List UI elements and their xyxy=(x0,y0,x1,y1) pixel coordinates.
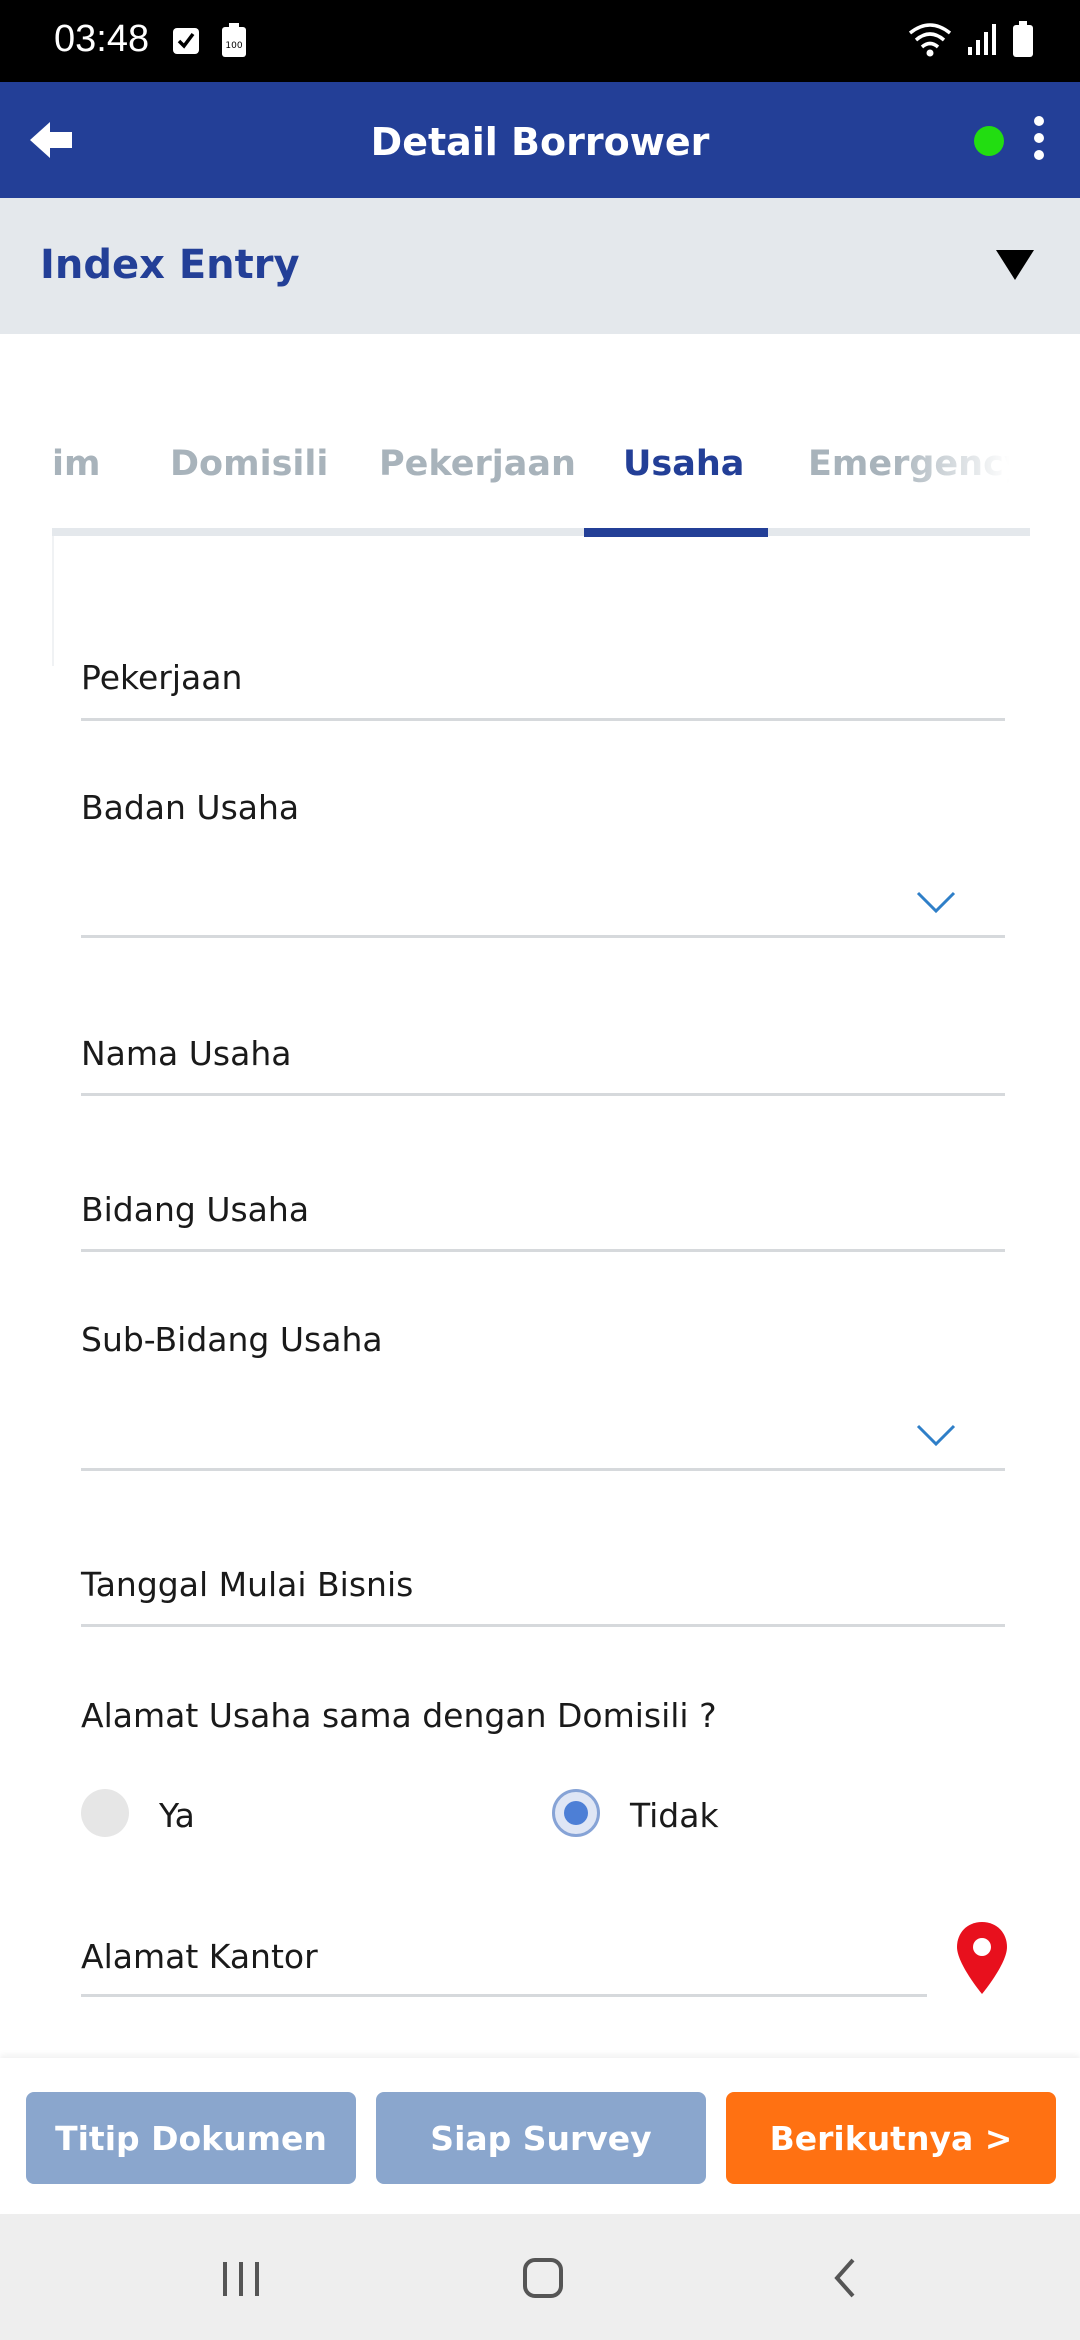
recent-apps-icon[interactable] xyxy=(211,2248,271,2308)
chevron-down-icon[interactable] xyxy=(916,890,956,914)
pekerjaan-underline xyxy=(81,718,1005,721)
section-title: Index Entry xyxy=(40,242,300,288)
back-nav-icon[interactable] xyxy=(815,2248,875,2308)
alamat-kantor-underline xyxy=(81,1994,927,1997)
section-header-index-entry[interactable]: Index Entry xyxy=(0,198,1080,334)
radio-ya-label[interactable]: Ya xyxy=(159,1796,195,1835)
tanggal-mulai-underline xyxy=(81,1624,1005,1627)
bidang-usaha-field[interactable]: Bidang Usaha xyxy=(81,1190,309,1229)
status-icons-left: 100 xyxy=(172,22,248,58)
radio-tidak[interactable] xyxy=(552,1789,600,1837)
checkbox-notification-icon xyxy=(173,28,199,54)
more-options-icon[interactable] xyxy=(1024,116,1054,166)
home-icon[interactable] xyxy=(513,2248,573,2308)
content-border xyxy=(52,536,54,666)
status-time: 03:48 xyxy=(54,18,150,60)
tab-domisili[interactable]: Domisili xyxy=(170,444,328,484)
sub-bidang-usaha-label: Sub-Bidang Usaha xyxy=(81,1320,383,1359)
badan-usaha-dropdown[interactable] xyxy=(81,935,1005,938)
badan-usaha-label: Badan Usaha xyxy=(81,788,300,827)
action-bar: Titip Dokumen Siap Survey Berikutnya > xyxy=(0,2058,1080,2214)
battery-icon xyxy=(1013,21,1033,57)
page-title: Detail Borrower xyxy=(370,120,710,164)
status-icons-right xyxy=(908,20,1034,58)
chevron-down-icon[interactable] xyxy=(916,1423,956,1447)
berikutnya-button[interactable]: Berikutnya > xyxy=(726,2092,1056,2184)
signal-icon xyxy=(968,24,996,55)
tabs-track xyxy=(52,528,1030,536)
active-tab-indicator xyxy=(584,528,768,537)
tab-im[interactable]: im xyxy=(52,444,100,484)
nama-usaha-underline xyxy=(81,1093,1005,1096)
tabs-fade xyxy=(892,420,1030,520)
system-nav-bar xyxy=(0,2214,1080,2340)
battery-100-icon: 100 xyxy=(222,23,246,57)
location-pin-icon[interactable] xyxy=(954,1920,1010,1996)
radio-tidak-label[interactable]: Tidak xyxy=(630,1796,719,1835)
app-bar: Detail Borrower xyxy=(0,82,1080,198)
siap-survey-button[interactable]: Siap Survey xyxy=(376,2092,706,2184)
status-bar: 03:48 100 xyxy=(0,0,1080,82)
pekerjaan-field[interactable]: Pekerjaan xyxy=(81,658,242,697)
battery-badge-text: 100 xyxy=(225,41,242,51)
triangle-down-icon[interactable] xyxy=(996,250,1034,280)
alamat-usaha-question: Alamat Usaha sama dengan Domisili ? xyxy=(81,1696,717,1735)
alamat-kantor-field[interactable]: Alamat Kantor xyxy=(81,1937,318,1976)
tanggal-mulai-bisnis-field[interactable]: Tanggal Mulai Bisnis xyxy=(81,1565,413,1604)
sub-bidang-usaha-dropdown[interactable] xyxy=(81,1468,1005,1471)
titip-dokumen-button[interactable]: Titip Dokumen xyxy=(26,2092,356,2184)
tab-strip: im Domisili Pekerjaan Usaha Emergency xyxy=(52,420,1030,538)
wifi-icon xyxy=(908,23,952,57)
nama-usaha-field[interactable]: Nama Usaha xyxy=(81,1034,291,1073)
tab-pekerjaan[interactable]: Pekerjaan xyxy=(379,444,576,484)
bidang-usaha-underline xyxy=(81,1249,1005,1252)
tab-usaha[interactable]: Usaha xyxy=(623,444,744,484)
online-status-dot xyxy=(974,126,1004,156)
radio-ya[interactable] xyxy=(81,1789,129,1837)
